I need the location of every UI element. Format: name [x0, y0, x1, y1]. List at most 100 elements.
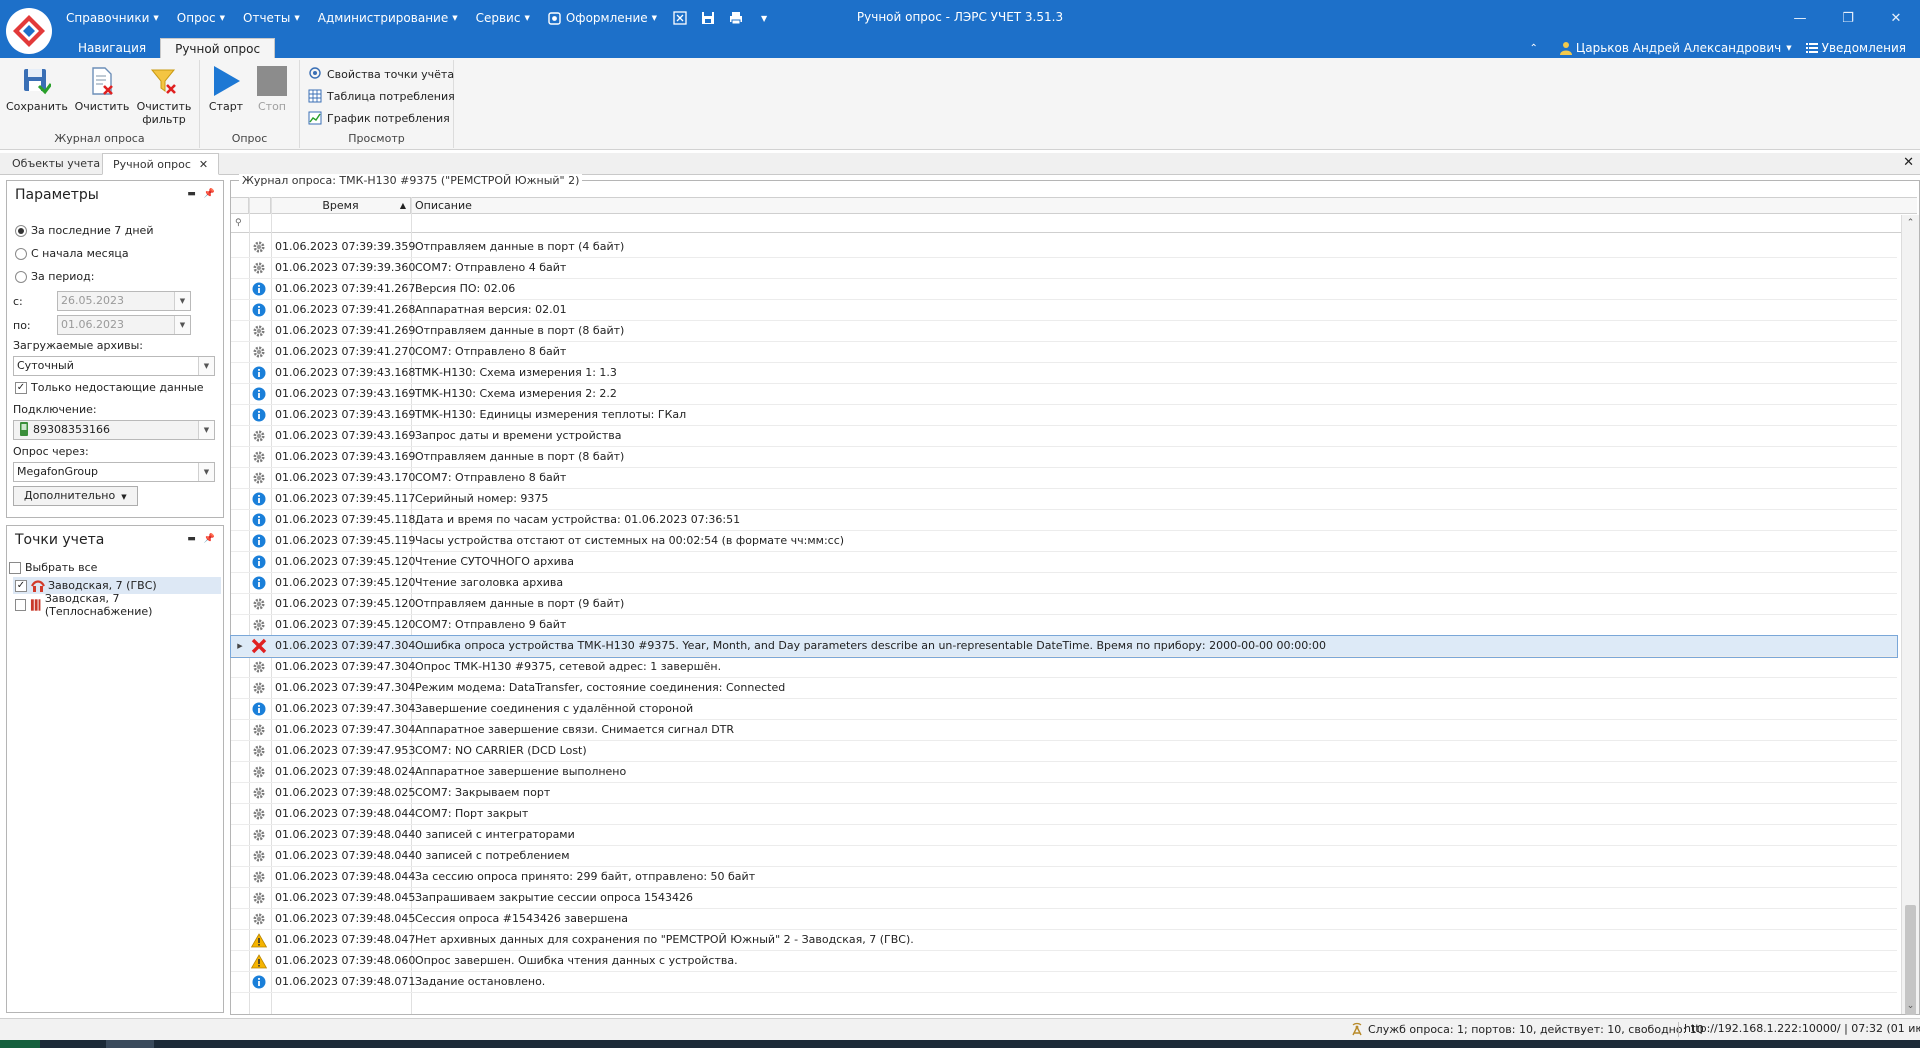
clear-document-icon [85, 64, 119, 98]
journal-row[interactable]: 01.06.2023 07:39:48.045 Запрашиваем закры… [231, 888, 1897, 909]
clear-button[interactable]: Очистить [72, 64, 132, 113]
doc-tab-objects[interactable]: Объекты учета [2, 153, 112, 175]
scroll-up-icon[interactable]: ⌃ [1902, 215, 1919, 231]
date-from-field[interactable]: 26.05.2023 ▼ [57, 291, 191, 311]
journal-row[interactable]: 01.06.2023 07:39:43.169 ТМК-Н130: Единицы… [231, 405, 1897, 426]
journal-row[interactable]: 01.06.2023 07:39:47.304 Опрос ТМК-Н130 #9… [231, 657, 1897, 678]
tab-manual-poll[interactable]: Ручной опрос [160, 38, 276, 58]
point-properties-button[interactable]: Свойства точки учёта [308, 64, 454, 84]
journal-row[interactable]: 01.06.2023 07:39:43.169 Отправляем данные… [231, 447, 1897, 468]
pin-icon[interactable]: 📌 [204, 189, 215, 199]
print-icon[interactable] [725, 8, 747, 28]
journal-row[interactable]: 01.06.2023 07:39:48.044 0 записей с интег… [231, 825, 1897, 846]
journal-row[interactable]: 01.06.2023 07:39:41.270 COM7: Отправлено … [231, 342, 1897, 363]
doc-tab-manual-poll[interactable]: Ручной опрос ✕ [102, 153, 220, 175]
close-tab-icon[interactable]: ✕ [199, 158, 208, 171]
minimize-panel-icon[interactable]: ▬ [187, 534, 196, 544]
excel-export-icon[interactable] [669, 8, 691, 28]
menu-appearance[interactable]: Оформление ▼ [542, 8, 663, 28]
journal-row[interactable]: 01.06.2023 07:39:47.953 COM7: NO CARRIER … [231, 741, 1897, 762]
restore-icon[interactable]: ❐ [1824, 0, 1872, 36]
journal-row[interactable]: 01.06.2023 07:39:47.304 Режим модема: Dat… [231, 678, 1897, 699]
archives-select[interactable]: Суточный ▼ [13, 356, 215, 376]
save-icon[interactable] [697, 8, 719, 28]
journal-row[interactable]: 01.06.2023 07:39:48.045 Сессия опроса #15… [231, 909, 1897, 930]
info-icon [249, 363, 269, 383]
journal-row[interactable]: 01.06.2023 07:39:45.120 Отправляем данные… [231, 594, 1897, 615]
journal-row[interactable]: 01.06.2023 07:39:41.267 Версия ПО: 02.06 [231, 279, 1897, 300]
journal-row[interactable]: 01.06.2023 07:39:48.044 COM7: Порт закрыт [231, 804, 1897, 825]
vertical-scrollbar[interactable]: ⌃ ⌄ [1901, 215, 1919, 1015]
row-description: Чтение заголовка архива [415, 576, 564, 589]
gear-icon [249, 426, 269, 446]
journal-row[interactable]: 01.06.2023 07:39:39.360 COM7: Отправлено … [231, 258, 1897, 279]
checkbox-icon[interactable] [15, 598, 27, 611]
stop-button[interactable]: Стоп [250, 64, 294, 113]
close-icon[interactable]: ✕ [1872, 0, 1920, 36]
journal-row[interactable]: 01.06.2023 07:39:41.269 Отправляем данные… [231, 321, 1897, 342]
date-to-field[interactable]: 01.06.2023 ▼ [57, 315, 191, 335]
gear-icon [249, 825, 269, 845]
radio-icon [15, 224, 27, 237]
journal-row[interactable]: 01.06.2023 07:39:39.359 Отправляем данные… [231, 237, 1897, 258]
menu-poll[interactable]: Опрос ▼ [171, 8, 231, 28]
journal-row[interactable]: 01.06.2023 07:39:43.169 ТМК-Н130: Схема и… [231, 384, 1897, 405]
user-menu[interactable]: Царьков Андрей Александрович ▼ [1559, 41, 1792, 55]
consumption-table-button[interactable]: Таблица потребления [308, 86, 455, 106]
journal-row[interactable]: 01.06.2023 07:39:48.025 COM7: Закрываем п… [231, 783, 1897, 804]
customize-toolbar-icon[interactable]: ▼ [753, 8, 775, 28]
journal-row[interactable]: 01.06.2023 07:39:45.118 Дата и время по ч… [231, 510, 1897, 531]
journal-row[interactable]: 01.06.2023 07:39:41.268 Аппаратная версия… [231, 300, 1897, 321]
consumption-chart-button[interactable]: График потребления [308, 108, 450, 128]
menu-reports[interactable]: Отчеты ▼ [237, 8, 306, 28]
journal-row[interactable]: 01.06.2023 07:39:45.119 Часы устройства о… [231, 531, 1897, 552]
minimize-panel-icon[interactable]: ▬ [187, 189, 196, 199]
close-all-icon[interactable]: ✕ [1903, 155, 1914, 170]
journal-row[interactable]: 01.06.2023 07:39:48.044 0 записей с потре… [231, 846, 1897, 867]
journal-row[interactable]: 01.06.2023 07:39:47.304 Аппаратное заверш… [231, 720, 1897, 741]
journal-row[interactable]: 01.06.2023 07:39:48.044 За сессию опроса … [231, 867, 1897, 888]
save-button[interactable]: Сохранить [6, 64, 68, 113]
journal-row[interactable]: 01.06.2023 07:39:47.304 Завершение соедин… [231, 699, 1897, 720]
checkbox-icon[interactable]: ✓ [15, 579, 27, 592]
period-month-start[interactable]: С начала месяца [15, 247, 129, 260]
table-icon [308, 89, 322, 103]
missing-only-checkbox[interactable]: ✓ Только недостающие данные [15, 381, 204, 394]
minimize-icon[interactable]: — [1776, 0, 1824, 36]
connection-select[interactable]: 89308353166 ▼ [13, 420, 215, 440]
journal-row[interactable]: 01.06.2023 07:39:45.120 Чтение заголовка … [231, 573, 1897, 594]
journal-row[interactable]: 01.06.2023 07:39:45.117 Серийный номер: 9… [231, 489, 1897, 510]
additional-button[interactable]: Дополнительно ▼ [13, 486, 138, 506]
point-item-heating[interactable]: Заводская, 7 (Теплоснабжение) [13, 592, 221, 618]
journal-row[interactable]: 01.06.2023 07:39:43.170 COM7: Отправлено … [231, 468, 1897, 489]
clear-filter-button[interactable]: Очистить фильтр [134, 64, 194, 126]
journal-row[interactable]: 01.06.2023 07:39:45.120 COM7: Отправлено … [231, 615, 1897, 636]
collapse-ribbon-icon[interactable]: ⌃ [1530, 43, 1538, 54]
journal-row[interactable]: 01.06.2023 07:39:43.169 Запрос даты и вре… [231, 426, 1897, 447]
start-button[interactable]: Старт [204, 64, 248, 113]
journal-row[interactable]: 01.06.2023 07:39:43.168 ТМК-Н130: Схема и… [231, 363, 1897, 384]
menu-administration[interactable]: Администрирование ▼ [312, 8, 464, 28]
journal-row[interactable]: ▶ 01.06.2023 07:39:47.304 Ошибка опроса ус… [230, 635, 1898, 658]
journal-row[interactable]: 01.06.2023 07:39:48.047 Нет архивных данн… [231, 930, 1897, 951]
select-all-checkbox[interactable]: Выбрать все [9, 561, 97, 574]
poll-via-select[interactable]: MegafonGroup ▼ [13, 462, 215, 482]
period-last-7-days[interactable]: За последние 7 дней [15, 224, 153, 237]
scroll-down-icon[interactable]: ⌄ [1902, 998, 1919, 1014]
notifications-button[interactable]: Уведомления [1805, 41, 1906, 55]
menu-service[interactable]: Сервис ▼ [470, 8, 536, 28]
tab-navigation[interactable]: Навигация [64, 38, 160, 58]
info-icon [249, 279, 269, 299]
period-custom[interactable]: За период: [15, 270, 94, 283]
column-desc-header[interactable]: Описание [411, 198, 1897, 214]
app-logo[interactable] [6, 8, 52, 54]
column-time-header[interactable]: Время ▲ [271, 198, 411, 214]
menu-directories[interactable]: Справочники ▼ [60, 8, 165, 28]
journal-row[interactable]: 01.06.2023 07:39:48.060 Опрос завершен. О… [231, 951, 1897, 972]
journal-row[interactable]: 01.06.2023 07:39:48.024 Аппаратное заверш… [231, 762, 1897, 783]
row-time: 01.06.2023 07:39:48.071 [275, 975, 416, 988]
pin-icon[interactable]: 📌 [204, 534, 215, 544]
journal-row[interactable]: 01.06.2023 07:39:48.071 Задание остановле… [231, 972, 1897, 993]
journal-row[interactable]: 01.06.2023 07:39:45.120 Чтение СУТОЧНОГО … [231, 552, 1897, 573]
grid-filter-row[interactable]: ⚲ [231, 215, 1917, 233]
